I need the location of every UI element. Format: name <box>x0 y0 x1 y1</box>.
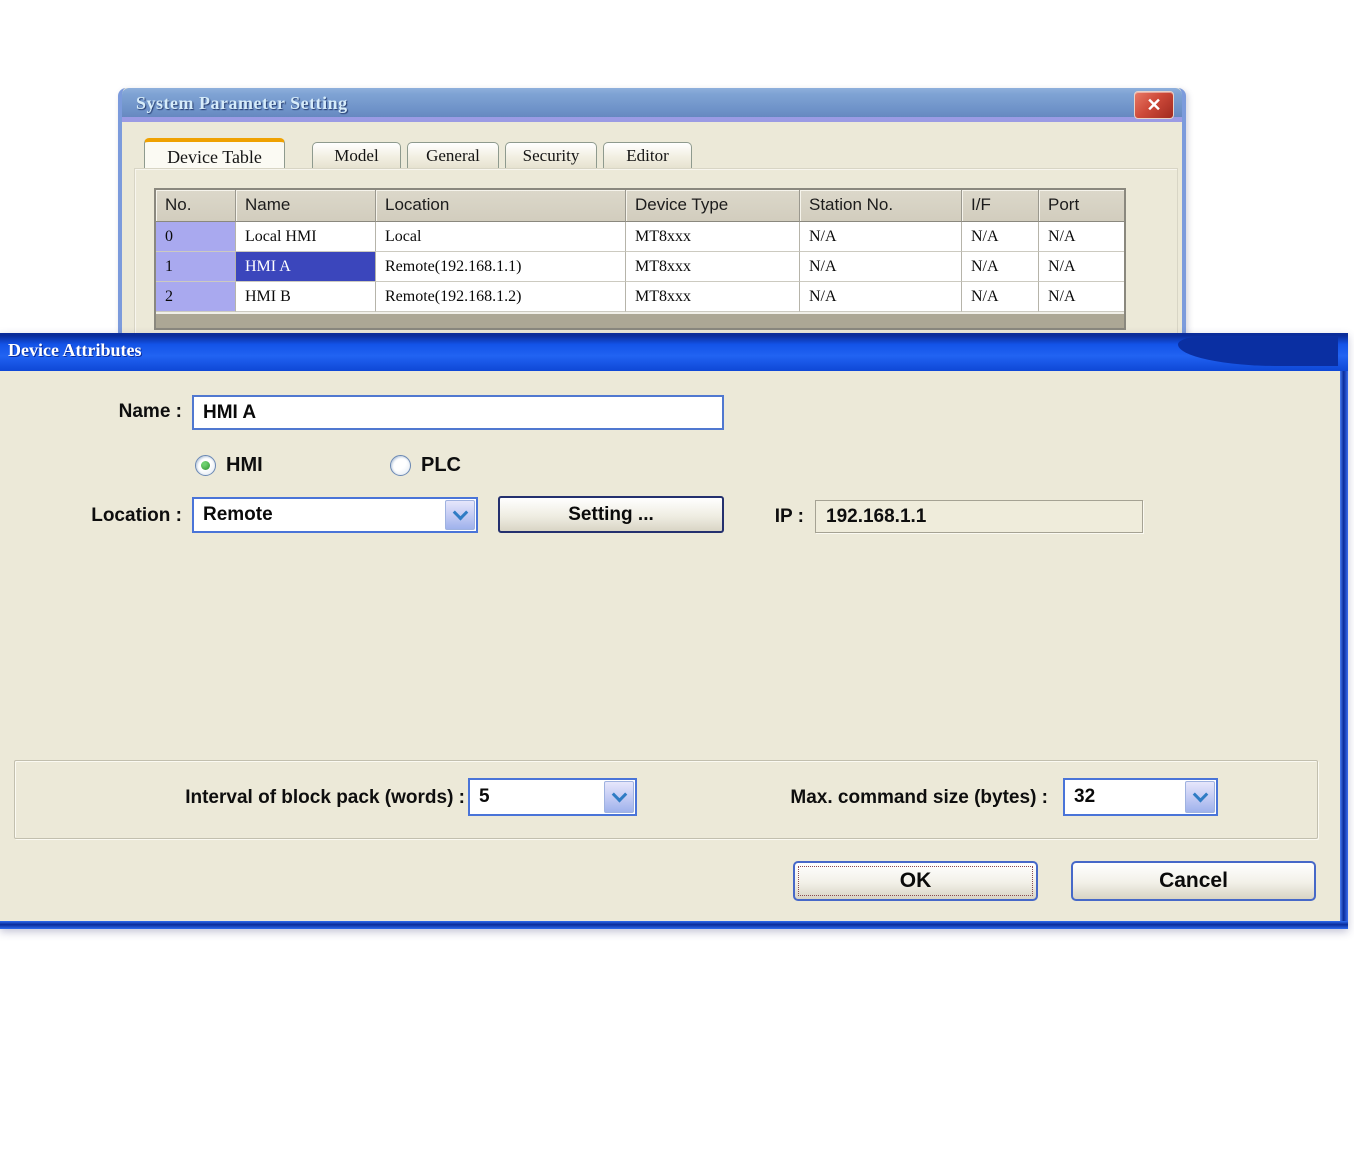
cell-if[interactable]: N/A <box>962 282 1039 312</box>
location-select[interactable]: Remote <box>192 497 478 533</box>
cell-no[interactable]: 2 <box>156 282 236 312</box>
table-row: 1 HMI A Remote(192.168.1.1) MT8xxx N/A N… <box>156 252 1124 282</box>
cell-station-no[interactable]: N/A <box>800 222 962 252</box>
ip-label: IP : <box>752 502 804 532</box>
cell-port[interactable]: N/A <box>1039 222 1124 252</box>
column-header-name: Name <box>236 190 376 222</box>
table-row: 2 HMI B Remote(192.168.1.2) MT8xxx N/A N… <box>156 282 1124 312</box>
tab-editor[interactable]: Editor <box>603 142 692 168</box>
location-selected-value: Remote <box>194 504 444 526</box>
radio-unselected-icon[interactable] <box>390 455 411 476</box>
tab-security[interactable]: Security <box>505 142 597 168</box>
column-header-location: Location <box>376 190 626 222</box>
dialog-title: Device Attributes <box>8 340 141 361</box>
cell-no[interactable]: 0 <box>156 222 236 252</box>
titlebar-swoosh-decoration <box>1178 337 1338 366</box>
cancel-button[interactable]: Cancel <box>1071 861 1316 901</box>
chevron-down-icon[interactable] <box>445 500 475 530</box>
max-command-selected-value: 32 <box>1065 786 1184 808</box>
cell-port[interactable]: N/A <box>1039 282 1124 312</box>
cell-name-selected[interactable]: HMI A <box>236 252 376 282</box>
chevron-down-icon[interactable] <box>1185 781 1215 813</box>
setting-button[interactable]: Setting ... <box>498 496 724 533</box>
device-attributes-titlebar[interactable]: Device Attributes <box>0 333 1348 371</box>
column-header-station-no: Station No. <box>800 190 962 222</box>
cell-station-no[interactable]: N/A <box>800 282 962 312</box>
ok-button[interactable]: OK <box>793 861 1038 901</box>
device-attributes-dialog: Device Attributes Name : HMI PLC Locatio… <box>0 333 1348 929</box>
cell-location[interactable]: Remote(192.168.1.2) <box>376 282 626 312</box>
cell-location[interactable]: Remote(192.168.1.1) <box>376 252 626 282</box>
dialog-right-border <box>1340 333 1348 929</box>
table-empty-area <box>156 312 1124 328</box>
device-table: No. Name Location Device Type Station No… <box>154 188 1126 330</box>
cell-no[interactable]: 1 <box>156 252 236 282</box>
dialog-bottom-border <box>0 921 1348 929</box>
name-input[interactable] <box>192 395 724 430</box>
column-header-device-type: Device Type <box>626 190 800 222</box>
table-row: 0 Local HMI Local MT8xxx N/A N/A N/A <box>156 222 1124 252</box>
radio-hmi[interactable]: HMI <box>195 451 263 479</box>
interval-selected-value: 5 <box>470 786 603 808</box>
ip-value-field: 192.168.1.1 <box>815 500 1143 533</box>
location-label: Location : <box>30 501 182 531</box>
cell-port[interactable]: N/A <box>1039 252 1124 282</box>
cell-location[interactable]: Local <box>376 222 626 252</box>
table-header-row: No. Name Location Device Type Station No… <box>156 190 1124 222</box>
radio-selected-icon[interactable] <box>195 455 216 476</box>
system-parameter-titlebar[interactable]: System Parameter Setting ✕ <box>122 88 1182 122</box>
interval-of-block-pack-select[interactable]: 5 <box>468 778 637 816</box>
cell-if[interactable]: N/A <box>962 252 1039 282</box>
tab-device-table[interactable]: Device Table <box>144 138 285 168</box>
column-header-if: I/F <box>962 190 1039 222</box>
tab-general[interactable]: General <box>407 142 499 168</box>
cell-name[interactable]: Local HMI <box>236 222 376 252</box>
interval-of-block-pack-label: Interval of block pack (words) : <box>50 783 465 813</box>
max-command-size-select[interactable]: 32 <box>1063 778 1218 816</box>
screen: System Parameter Setting ✕ Device Table … <box>0 0 1354 1152</box>
cell-if[interactable]: N/A <box>962 222 1039 252</box>
radio-plc-label[interactable]: PLC <box>421 454 461 477</box>
window-title: System Parameter Setting <box>136 93 348 114</box>
cell-device-type[interactable]: MT8xxx <box>626 252 800 282</box>
cell-name[interactable]: HMI B <box>236 282 376 312</box>
chevron-down-icon[interactable] <box>604 781 634 813</box>
radio-plc[interactable]: PLC <box>390 451 461 479</box>
tab-model[interactable]: Model <box>312 142 401 168</box>
close-icon[interactable]: ✕ <box>1134 91 1174 119</box>
cell-device-type[interactable]: MT8xxx <box>626 282 800 312</box>
column-header-port: Port <box>1039 190 1124 222</box>
radio-hmi-label[interactable]: HMI <box>226 454 263 477</box>
column-header-no: No. <box>156 190 236 222</box>
name-label: Name : <box>60 397 182 427</box>
cell-device-type[interactable]: MT8xxx <box>626 222 800 252</box>
max-command-size-label: Max. command size (bytes) : <box>665 783 1048 813</box>
cell-station-no[interactable]: N/A <box>800 252 962 282</box>
